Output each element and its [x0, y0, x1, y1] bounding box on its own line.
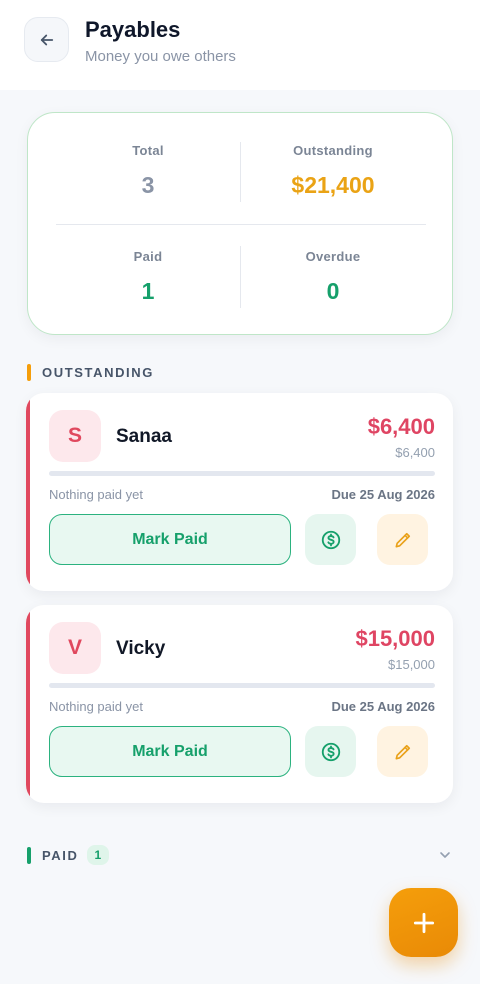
paid-note: Nothing paid yet — [49, 699, 143, 714]
record-payment-button[interactable] — [305, 726, 356, 777]
outstanding-section-title: OUTSTANDING — [42, 365, 154, 380]
edit-button[interactable] — [377, 514, 428, 565]
stat-total: Total 3 — [56, 143, 240, 199]
paid-section-title: PAID — [42, 847, 79, 863]
payable-card[interactable]: S Sanaa $6,400 $6,400 Nothing paid yet D… — [26, 393, 453, 591]
add-payable-button[interactable] — [389, 888, 458, 957]
paid-count-badge: 1 — [86, 845, 110, 865]
remaining-amount: $15,000 — [388, 657, 435, 672]
party-name: Sanaa — [116, 426, 172, 447]
paid-section-header[interactable]: PAID 1 — [27, 845, 110, 865]
payable-card[interactable]: V Vicky $15,000 $15,000 Nothing paid yet… — [26, 605, 453, 803]
page-subtitle: Money you owe others — [85, 48, 236, 65]
back-button[interactable] — [24, 17, 69, 62]
plus-icon — [413, 912, 434, 933]
page-title: Payables — [85, 17, 181, 42]
stat-outstanding: Outstanding $21,400 — [241, 143, 425, 199]
payment-progress — [49, 683, 435, 688]
summary-divider — [56, 224, 426, 225]
stat-total-label: Total — [132, 143, 164, 158]
stat-paid-value: 1 — [141, 278, 155, 304]
dollar-circle-icon — [321, 530, 340, 549]
avatar: S — [49, 410, 101, 462]
record-payment-button[interactable] — [305, 514, 356, 565]
stat-overdue: Overdue 0 — [241, 249, 425, 305]
dollar-circle-icon — [321, 742, 340, 761]
stat-overdue-value: 0 — [326, 278, 340, 304]
expand-paid-toggle[interactable] — [437, 847, 453, 868]
payable-amount: $15,000 — [355, 626, 435, 651]
party-name: Vicky — [116, 638, 166, 659]
remaining-amount: $6,400 — [395, 445, 435, 460]
due-date: Due 25 Aug 2026 — [331, 699, 435, 714]
chevron-down-icon — [440, 852, 450, 858]
payable-amount: $6,400 — [367, 414, 435, 439]
paid-note: Nothing paid yet — [49, 487, 143, 502]
stat-paid-label: Paid — [133, 249, 163, 264]
outstanding-section-header: OUTSTANDING — [27, 364, 154, 381]
card-accent — [26, 605, 30, 803]
stat-outstanding-label: Outstanding — [293, 143, 373, 158]
arrow-left-icon — [40, 34, 53, 45]
stat-outstanding-value: $21,400 — [291, 172, 375, 198]
due-date: Due 25 Aug 2026 — [331, 487, 435, 502]
payment-progress — [49, 471, 435, 476]
stat-overdue-label: Overdue — [305, 249, 361, 264]
card-accent — [26, 393, 30, 591]
avatar: V — [49, 622, 101, 674]
stat-total-value: 3 — [141, 172, 155, 198]
mark-paid-button[interactable]: Mark Paid — [49, 514, 291, 565]
summary-card: Total 3 Outstanding $21,400 Paid 1 Overd… — [27, 112, 453, 335]
mark-paid-button[interactable]: Mark Paid — [49, 726, 291, 777]
section-marker — [27, 846, 31, 864]
edit-button[interactable] — [377, 726, 428, 777]
stat-paid: Paid 1 — [56, 249, 240, 305]
pencil-icon — [395, 744, 410, 759]
app-header: Payables Money you owe others — [0, 0, 480, 90]
section-marker — [27, 364, 31, 381]
pencil-icon — [395, 532, 410, 547]
